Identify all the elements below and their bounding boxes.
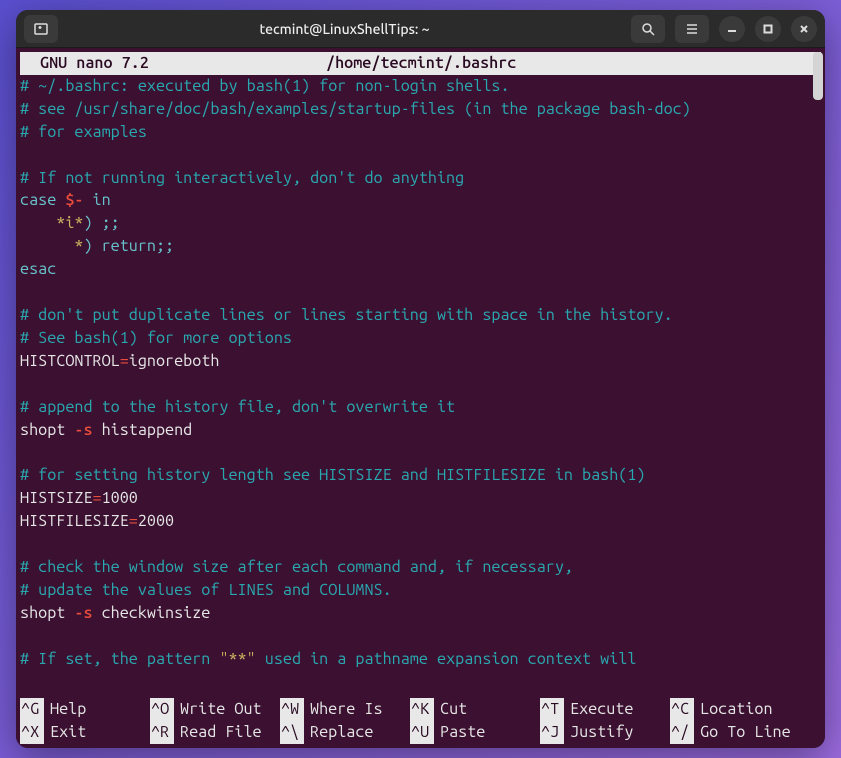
close-button[interactable] — [791, 16, 817, 42]
shortcut-key: ^T — [540, 698, 564, 721]
code-line: case $- in — [20, 189, 821, 212]
shortcut-item: ^O Write Out — [150, 698, 280, 721]
code-line — [20, 144, 821, 167]
code-line: # don't put duplicate lines or lines sta… — [20, 304, 821, 327]
shortcut-label: Cut — [440, 698, 467, 721]
window-title: tecmint@LinuxShellTips: ~ — [58, 21, 631, 37]
shortcut-item: ^R Read File — [150, 721, 280, 744]
code-line: shopt -s checkwinsize — [20, 602, 821, 625]
shortcut-row-1: ^G Help ^O Write Out ^W Where Is ^K Cut ^T Execut… — [20, 698, 821, 721]
shortcut-item: ^G Help — [20, 698, 150, 721]
nano-header: GNU nano 7.2 /home/tecmint/.bashrc — [20, 52, 821, 75]
shortcut-item: ^W Where Is — [280, 698, 410, 721]
shortcut-label: Justify — [570, 721, 633, 744]
shortcut-label: Exit — [50, 721, 86, 744]
code-line: *) return;; — [20, 235, 821, 258]
menu-button[interactable] — [675, 15, 709, 43]
terminal-body[interactable]: GNU nano 7.2 /home/tecmint/.bashrc # ~/.… — [16, 48, 825, 748]
shortcut-key: ^/ — [670, 721, 694, 744]
code-line: # append to the history file, don't over… — [20, 396, 821, 419]
terminal-window: tecmint@LinuxShellTips: ~ GNU nano 7.2 /… — [16, 10, 825, 748]
shortcut-row-2: ^X Exit ^R Read File ^\ Replace ^U Paste ^J Justi… — [20, 721, 821, 744]
shortcut-key: ^U — [410, 721, 434, 744]
code-line: # See bash(1) for more options — [20, 327, 821, 350]
code-line — [20, 625, 821, 648]
editor-content[interactable]: # ~/.bashrc: executed by bash(1) for non… — [16, 75, 825, 698]
nano-app-name: GNU nano 7.2 — [26, 52, 326, 75]
shortcut-key: ^X — [20, 721, 44, 744]
shortcut-key: ^\ — [280, 721, 304, 744]
minimize-button[interactable] — [719, 16, 745, 42]
shortcut-label: Replace — [310, 721, 373, 744]
shortcut-label: Paste — [440, 721, 485, 744]
shortcut-item: ^U Paste — [410, 721, 540, 744]
code-line: # for examples — [20, 121, 821, 144]
code-line — [20, 533, 821, 556]
code-line: # for setting history length see HISTSIZ… — [20, 464, 821, 487]
shortcut-label: Location — [700, 698, 773, 721]
code-line — [20, 281, 821, 304]
code-line — [20, 373, 821, 396]
nano-filepath: /home/tecmint/.bashrc — [326, 52, 815, 75]
maximize-button[interactable] — [755, 16, 781, 42]
code-line: # ~/.bashrc: executed by bash(1) for non… — [20, 75, 821, 98]
shortcut-key: ^O — [150, 698, 174, 721]
shortcut-label: Write Out — [180, 698, 262, 721]
shortcut-item: ^C Location — [670, 698, 800, 721]
code-line: # see /usr/share/doc/bash/examples/start… — [20, 98, 821, 121]
code-line — [20, 441, 821, 464]
code-line: HISTFILESIZE=2000 — [20, 510, 821, 533]
code-line: # update the values of LINES and COLUMNS… — [20, 579, 821, 602]
shortcut-label: Execute — [570, 698, 633, 721]
search-button[interactable] — [631, 15, 665, 43]
shortcut-key: ^W — [280, 698, 304, 721]
code-line: # check the window size after each comma… — [20, 556, 821, 579]
shortcut-item: ^J Justify — [540, 721, 670, 744]
shortcut-label: Read File — [180, 721, 262, 744]
code-line: # If not running interactively, don't do… — [20, 167, 821, 190]
shortcut-key: ^J — [540, 721, 564, 744]
shortcut-item: ^X Exit — [20, 721, 150, 744]
shortcut-label: Where Is — [310, 698, 383, 721]
shortcut-key: ^C — [670, 698, 694, 721]
nano-shortcuts: ^G Help ^O Write Out ^W Where Is ^K Cut ^T Execut… — [16, 698, 825, 748]
shortcut-item: ^T Execute — [540, 698, 670, 721]
code-line: *i*) ;; — [20, 212, 821, 235]
scrollbar-thumb[interactable] — [813, 52, 823, 100]
shortcut-label: Help — [50, 698, 86, 721]
code-line: HISTCONTROL=ignoreboth — [20, 350, 821, 373]
code-line: esac — [20, 258, 821, 281]
titlebar: tecmint@LinuxShellTips: ~ — [16, 10, 825, 48]
shortcut-item: ^\ Replace — [280, 721, 410, 744]
shortcut-label: Go To Line — [700, 721, 791, 744]
shortcut-key: ^R — [150, 721, 174, 744]
shortcut-item: ^K Cut — [410, 698, 540, 721]
shortcut-key: ^K — [410, 698, 434, 721]
code-line: HISTSIZE=1000 — [20, 487, 821, 510]
new-tab-button[interactable] — [24, 15, 58, 43]
code-line: # If set, the pattern "**" used in a pat… — [20, 648, 821, 671]
shortcut-key: ^G — [20, 698, 44, 721]
shortcut-item: ^/ Go To Line — [670, 721, 800, 744]
code-line: shopt -s histappend — [20, 419, 821, 442]
